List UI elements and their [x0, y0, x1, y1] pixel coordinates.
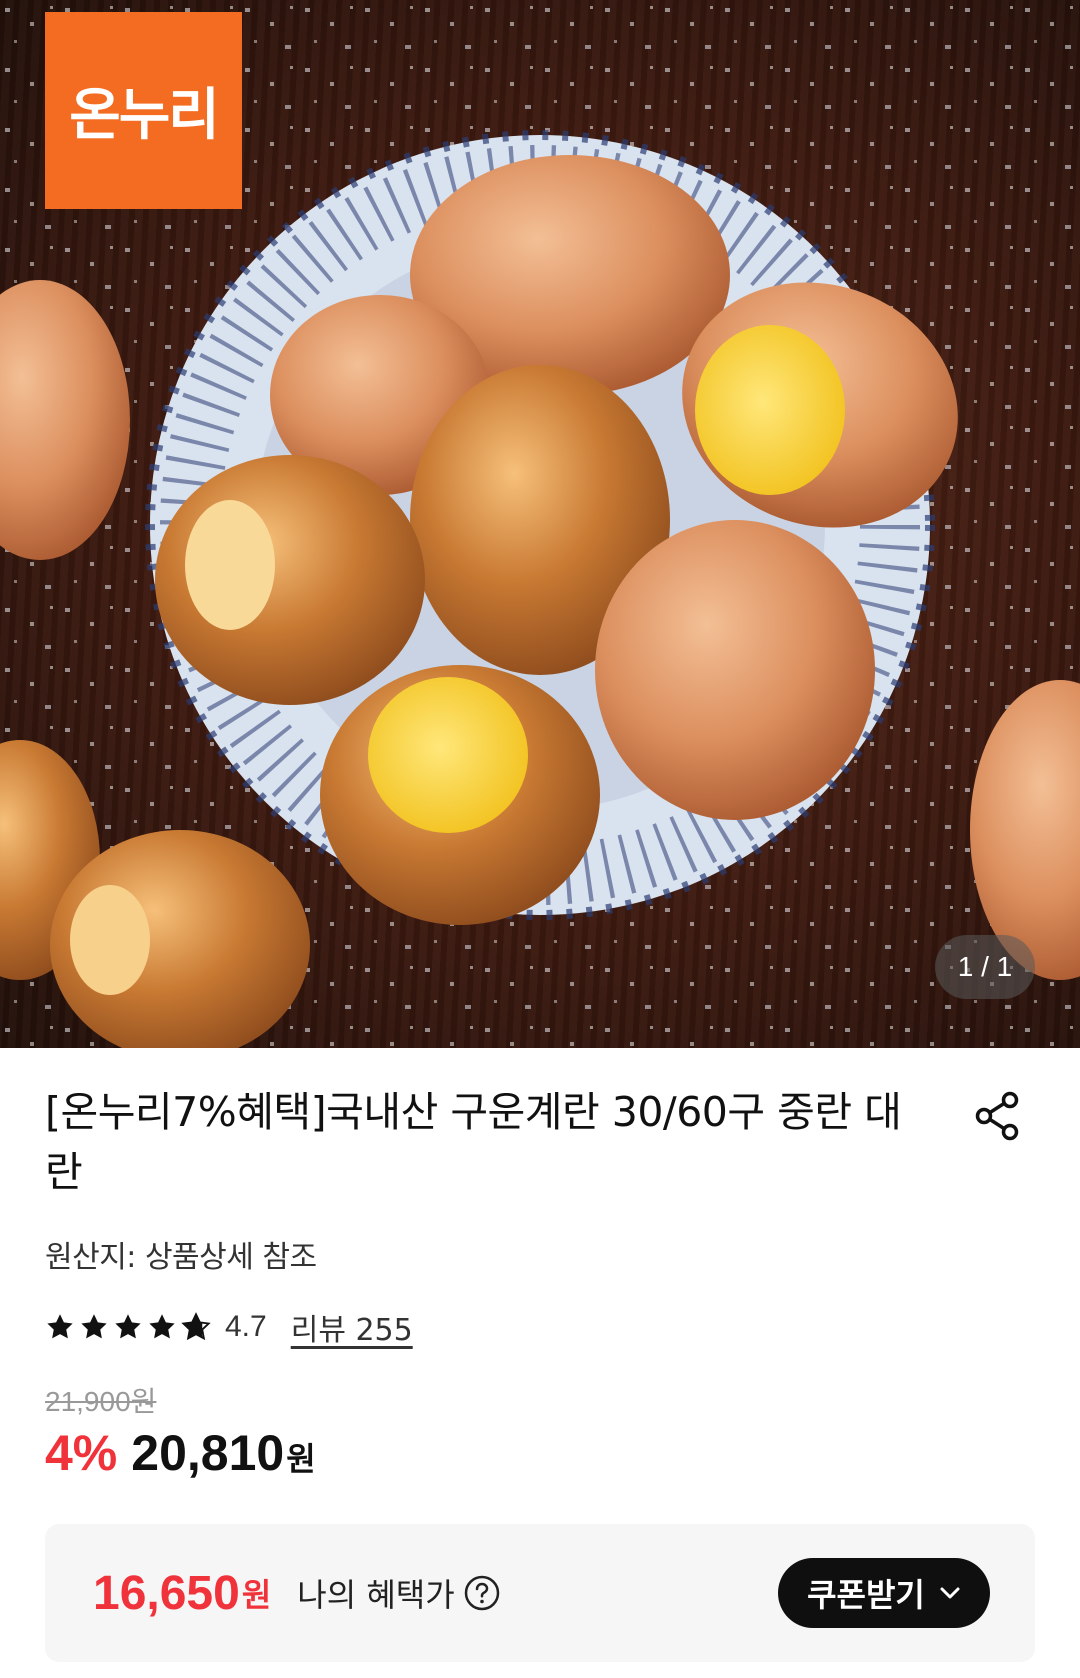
star-rating — [45, 1312, 211, 1342]
star-icon — [47, 1314, 73, 1339]
price-row: 4% 20,810 원 — [45, 1424, 316, 1482]
share-button[interactable] — [970, 1088, 1026, 1144]
share-icon — [975, 1091, 1019, 1141]
currency-unit: 원 — [286, 1440, 316, 1478]
brand-logo: 온누리 — [45, 12, 242, 209]
get-coupon-label: 쿠폰받기 — [807, 1577, 925, 1613]
benefit-label: 나의 혜택가 — [297, 1576, 455, 1614]
rating-row: 4.7 리뷰 255 — [45, 1305, 413, 1349]
rating-value: 4.7 — [225, 1310, 267, 1343]
benefit-price: 16,650 — [93, 1566, 240, 1620]
brand-logo-text: 온누리 — [69, 83, 220, 148]
origin-info: 원산지: 상품상세 참조 — [45, 1240, 317, 1275]
question-circle-icon[interactable] — [463, 1574, 501, 1612]
product-image[interactable]: 온누리 1 / 1 — [0, 0, 1080, 1048]
discount-rate: 4% — [45, 1425, 118, 1481]
star-icon — [149, 1314, 175, 1339]
benefit-price-box: 16,650 원 나의 혜택가 쿠폰받기 — [45, 1524, 1035, 1662]
star-half-icon — [181, 1312, 211, 1341]
image-counter: 1 / 1 — [935, 935, 1035, 999]
sale-price: 20,810 — [131, 1425, 285, 1481]
star-icon — [81, 1314, 107, 1339]
original-price: 21,900원 — [45, 1386, 157, 1417]
get-coupon-button[interactable]: 쿠폰받기 — [778, 1558, 990, 1628]
review-link[interactable]: 리뷰 255 — [291, 1305, 413, 1349]
chevron-down-icon — [940, 1587, 960, 1599]
product-title: [온누리7%혜택]국내산 구운계란 30/60구 중란 대란 — [45, 1088, 902, 1196]
star-icon — [115, 1314, 141, 1339]
benefit-currency-unit: 원 — [241, 1576, 272, 1614]
